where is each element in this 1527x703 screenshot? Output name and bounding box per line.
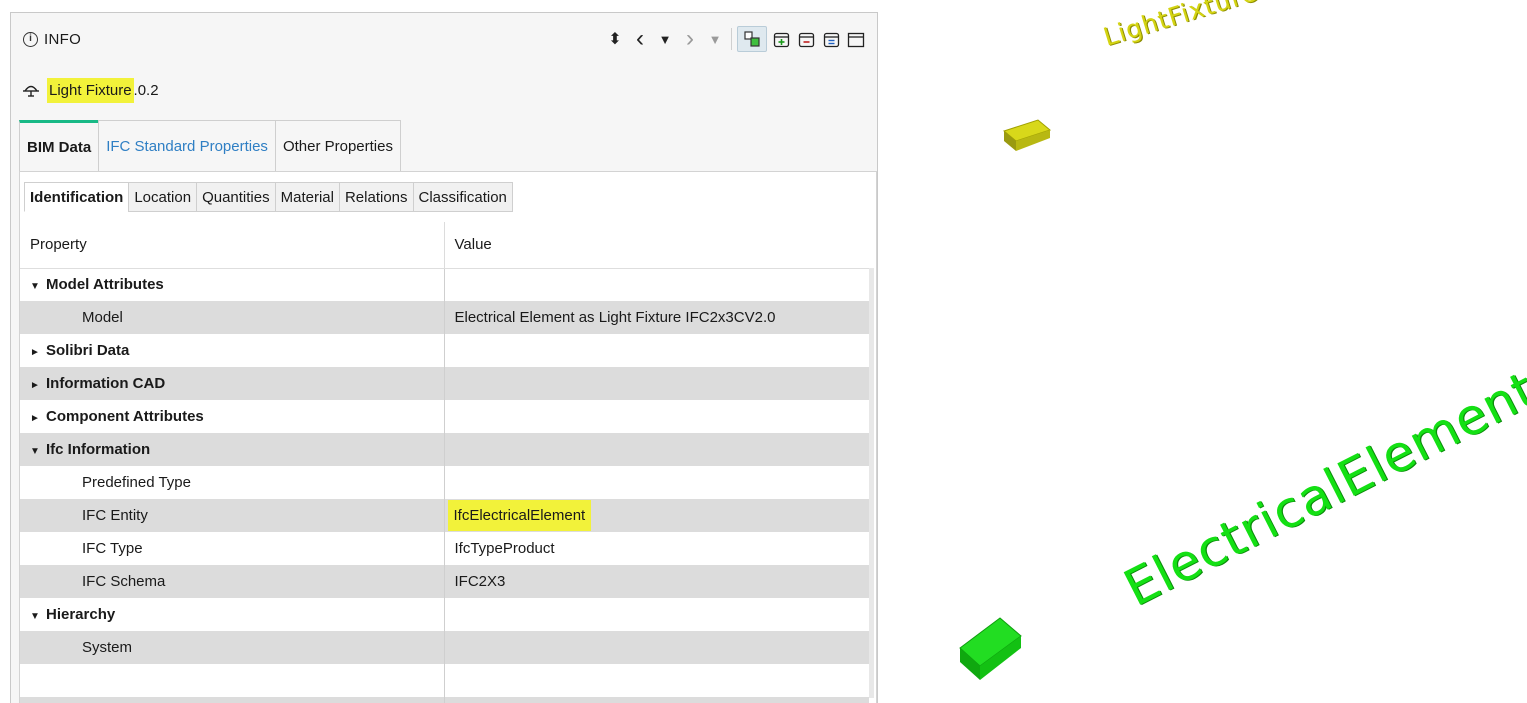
group-label: Component Attributes (46, 408, 204, 425)
table-row[interactable]: ▼ Hierarchy (20, 598, 869, 631)
property-cell: IFC Schema (20, 565, 445, 598)
subtab-identification[interactable]: Identification (24, 182, 130, 212)
selected-object: Light Fixture .0.2 (21, 76, 159, 104)
tab-bim-data[interactable]: BIM Data (19, 120, 100, 172)
property-cell: IFC Entity (20, 499, 445, 532)
value-cell: Electrical Element as Light Fixture IFC2… (444, 301, 869, 334)
subtab-classification[interactable]: Classification (412, 182, 513, 212)
object-id-suffix: .0.2 (133, 81, 159, 99)
value-cell (444, 268, 869, 301)
property-cell: Model (20, 301, 445, 334)
highlighted-value: IfcElectricalElement (447, 500, 592, 531)
property-cell: ► Component Attributes (20, 400, 445, 433)
view-objects-icon[interactable] (737, 26, 767, 52)
dropdown-disabled-icon[interactable]: ▼ (704, 26, 726, 52)
property-cell: ▼ Hierarchy (20, 598, 445, 631)
value-cell (444, 598, 869, 631)
collapsed-arrow-icon[interactable]: ► (30, 413, 46, 424)
property-cell: ► Solibri Data (20, 334, 445, 367)
collapse-alt-icon[interactable] (820, 26, 842, 52)
table-scrollbar[interactable] (869, 268, 874, 698)
properties-table: Property Value ▼ Model Attributes Model E… (20, 222, 869, 703)
table-row[interactable]: IFC Schema IFC2X3 (20, 565, 869, 598)
light-fixture-icon (23, 85, 39, 97)
subtab-quantities[interactable]: Quantities (196, 182, 276, 212)
panel-toolbar: ⬍ ‹ ▼ › ▼ (604, 25, 867, 53)
table-row[interactable]: IFC Type IfcTypeProduct (20, 532, 869, 565)
table-row[interactable]: ► Component Attributes (20, 400, 869, 433)
group-label: Solibri Data (46, 342, 130, 359)
value-cell: IfcElectricalElement (444, 499, 869, 532)
info-icon: i (23, 32, 38, 47)
column-header-value[interactable]: Value (444, 222, 869, 269)
toolbar-separator (731, 28, 732, 50)
value-cell (444, 466, 869, 499)
table-row[interactable]: System (20, 631, 869, 664)
value-cell (444, 433, 869, 466)
window-icon[interactable] (845, 26, 867, 52)
object-name: Light Fixture (47, 77, 134, 103)
collapsed-arrow-icon[interactable]: ► (30, 380, 46, 391)
collapse-all-icon[interactable] (795, 26, 817, 52)
panel-title: INFO (44, 31, 82, 48)
empty-row (20, 697, 869, 703)
empty-row (20, 664, 869, 697)
property-cell: Predefined Type (20, 466, 445, 499)
table-row[interactable]: IFC Entity IfcElectricalElement (20, 499, 869, 532)
prev-icon[interactable]: ‹ (629, 25, 651, 52)
table-header: Property Value (20, 222, 869, 269)
expanded-arrow-icon[interactable]: ▼ (30, 281, 46, 292)
properties-content: Identification Location Quantities Mater… (19, 171, 877, 703)
top-tabs: BIM Data IFC Standard Properties Other P… (19, 120, 401, 172)
value-cell (444, 631, 869, 664)
value-cell (444, 334, 869, 367)
property-cell: ▼ Ifc Information (20, 433, 445, 466)
collapsed-arrow-icon[interactable]: ► (30, 347, 46, 358)
3d-scene (959, 119, 1052, 680)
expanded-arrow-icon[interactable]: ▼ (30, 611, 46, 622)
light-fixture-object[interactable] (1002, 119, 1052, 151)
table-row[interactable]: ▼ Model Attributes (20, 268, 869, 301)
table-row[interactable]: ► Solibri Data (20, 334, 869, 367)
property-cell: ► Information CAD (20, 367, 445, 400)
value-cell (444, 400, 869, 433)
column-header-property[interactable]: Property (20, 222, 445, 269)
value-cell (444, 367, 869, 400)
subtab-material[interactable]: Material (274, 182, 340, 212)
table-row[interactable]: Predefined Type (20, 466, 869, 499)
group-label: Model Attributes (46, 276, 164, 294)
table-row[interactable]: Model Electrical Element as Light Fixtur… (20, 301, 869, 334)
tab-other-properties[interactable]: Other Properties (274, 120, 401, 172)
electrical-element-object[interactable] (959, 617, 1022, 680)
3d-view[interactable]: LightFixture ElectricalElement (880, 0, 1527, 703)
property-cell: System (20, 631, 445, 664)
expand-all-icon[interactable] (770, 26, 792, 52)
panel-header: i INFO ⬍ ‹ ▼ › ▼ Light Fixture .0.2 (11, 13, 877, 103)
group-label: Information CAD (46, 375, 166, 392)
subtab-location[interactable]: Location (128, 182, 198, 212)
subtab-relations[interactable]: Relations (338, 182, 414, 212)
next-icon[interactable]: › (679, 25, 701, 52)
expanded-arrow-icon[interactable]: ▼ (30, 446, 46, 457)
value-cell: IFC2X3 (444, 565, 869, 598)
sub-tabs: Identification Location Quantities Mater… (24, 182, 513, 212)
dropdown-icon[interactable]: ▼ (654, 26, 676, 52)
group-label: Hierarchy (46, 606, 116, 623)
group-label: Ifc Information (46, 441, 151, 458)
info-panel: i INFO ⬍ ‹ ▼ › ▼ Light Fixture .0.2 BIM … (10, 12, 878, 703)
property-cell: ▼ Model Attributes (20, 268, 445, 301)
property-cell: IFC Type (20, 532, 445, 565)
table-row[interactable]: ▼ Ifc Information (20, 433, 869, 466)
value-cell: IfcTypeProduct (454, 540, 555, 557)
tab-ifc-standard-properties[interactable]: IFC Standard Properties (98, 120, 276, 172)
table-row[interactable]: ► Information CAD (20, 367, 869, 400)
sort-updown-icon[interactable]: ⬍ (604, 26, 626, 52)
